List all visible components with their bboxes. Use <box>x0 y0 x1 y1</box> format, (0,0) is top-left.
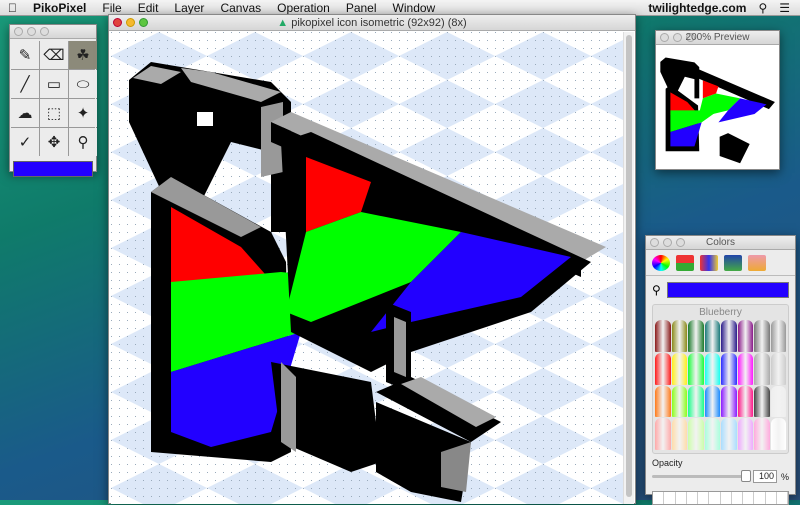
pixel-canvas[interactable] <box>111 32 623 504</box>
crayon[interactable] <box>704 385 720 418</box>
rect-select-tool-icon[interactable]: ⬚ <box>40 99 68 127</box>
notification-list-icon[interactable]: ☰ <box>779 1 790 15</box>
crayon[interactable] <box>704 352 720 385</box>
magnifier-icon[interactable]: ⚲ <box>652 283 661 297</box>
crayon[interactable] <box>688 385 704 418</box>
opacity-label: Opacity <box>652 458 683 468</box>
crayon[interactable] <box>737 352 753 385</box>
crayon[interactable] <box>721 320 737 352</box>
menu-canvas[interactable]: Canvas <box>212 1 269 15</box>
preview-panel: 200% Preview <box>655 30 780 170</box>
eyedropper-tool-icon[interactable]: ✓ <box>11 128 39 156</box>
fill-bucket-tool-icon[interactable]: ☘ <box>69 41 97 69</box>
tools-panel: ✎ ⌫ ☘ ╱ ▭ ⬭ ☁ ⬚ ✦ ✓ ✥ ⚲ <box>9 24 97 177</box>
crayon[interactable] <box>688 418 704 450</box>
crayon[interactable] <box>737 418 753 450</box>
fill-color-swatch[interactable] <box>13 161 93 177</box>
eraser-tool-icon[interactable]: ⌫ <box>40 41 68 69</box>
crayon[interactable] <box>655 352 671 385</box>
opacity-field[interactable]: 100 <box>752 470 777 483</box>
color-wells[interactable] <box>652 491 789 505</box>
crayon[interactable] <box>721 352 737 385</box>
document-window: ▲ pikopixel icon isometric (92x92) (8x) <box>108 14 636 504</box>
magnifier-tool-icon[interactable]: ⚲ <box>69 128 97 156</box>
rectangle-tool-icon[interactable]: ▭ <box>40 70 68 98</box>
preview-title: 200% Preview <box>685 32 750 43</box>
crayon[interactable] <box>770 418 786 450</box>
magic-wand-tool-icon[interactable]: ✦ <box>69 99 97 127</box>
menu-host[interactable]: twilightedge.com <box>648 1 746 15</box>
crayon[interactable] <box>704 320 720 352</box>
crayon[interactable] <box>671 418 687 450</box>
crayon[interactable] <box>671 320 687 352</box>
freeform-select-tool-icon[interactable]: ☁ <box>11 99 39 127</box>
color-palettes-icon[interactable] <box>700 254 718 271</box>
crayon[interactable] <box>671 352 687 385</box>
crayon[interactable] <box>704 418 720 450</box>
color-sliders-icon[interactable] <box>676 254 694 271</box>
preview-image <box>660 57 775 164</box>
current-color-swatch[interactable] <box>666 282 789 298</box>
pencil-tool-icon[interactable]: ✎ <box>11 41 39 69</box>
opacity-slider[interactable] <box>652 470 751 482</box>
document-icon: ▲ <box>277 16 289 29</box>
crayon[interactable] <box>688 352 704 385</box>
color-wheel-icon[interactable] <box>652 254 670 271</box>
crayon[interactable] <box>688 320 704 352</box>
window-controls[interactable] <box>14 27 49 36</box>
colors-title: Colors <box>706 237 735 248</box>
crayon[interactable] <box>655 320 671 352</box>
crayon[interactable] <box>721 418 737 450</box>
crayon[interactable] <box>721 385 737 418</box>
crayon[interactable] <box>770 352 786 385</box>
crayon-name: Blueberry <box>699 307 742 318</box>
image-palettes-icon[interactable] <box>724 254 742 271</box>
crayon[interactable] <box>754 385 770 418</box>
crayon[interactable] <box>754 320 770 352</box>
crayon[interactable] <box>655 418 671 450</box>
menu-file[interactable]: File <box>94 1 129 15</box>
crayon[interactable] <box>754 418 770 450</box>
crayons-icon[interactable] <box>748 254 766 271</box>
menu-app[interactable]: PikoPixel <box>25 1 94 15</box>
ellipse-tool-icon[interactable]: ⬭ <box>69 70 97 98</box>
apple-menu-icon[interactable]:  <box>0 1 25 15</box>
crayon[interactable] <box>671 385 687 418</box>
vertical-scrollbar[interactable] <box>623 32 634 504</box>
menu-window[interactable]: Window <box>385 1 444 15</box>
move-tool-icon[interactable]: ✥ <box>40 128 68 156</box>
menu-edit[interactable]: Edit <box>130 1 167 15</box>
crayon[interactable] <box>754 352 770 385</box>
menu-layer[interactable]: Layer <box>166 1 212 15</box>
colors-panel: Colors ⚲ Blueberry Opacity 100 % <box>645 235 796 505</box>
menu-panel[interactable]: Panel <box>338 1 385 15</box>
line-tool-icon[interactable]: ╱ <box>11 70 39 98</box>
crayon[interactable] <box>770 385 786 418</box>
crayon[interactable] <box>655 385 671 418</box>
percent-label: % <box>780 471 789 482</box>
menu-operation[interactable]: Operation <box>269 1 338 15</box>
scroll-thumb[interactable] <box>626 35 632 497</box>
window-title: pikopixel icon isometric (92x92) (8x) <box>291 16 467 29</box>
crayon[interactable] <box>737 320 753 352</box>
crayon[interactable] <box>737 385 753 418</box>
crayon-box: Blueberry <box>652 304 789 454</box>
spotlight-search-icon[interactable]: ⚲ <box>758 1 767 15</box>
crayon[interactable] <box>770 320 786 352</box>
